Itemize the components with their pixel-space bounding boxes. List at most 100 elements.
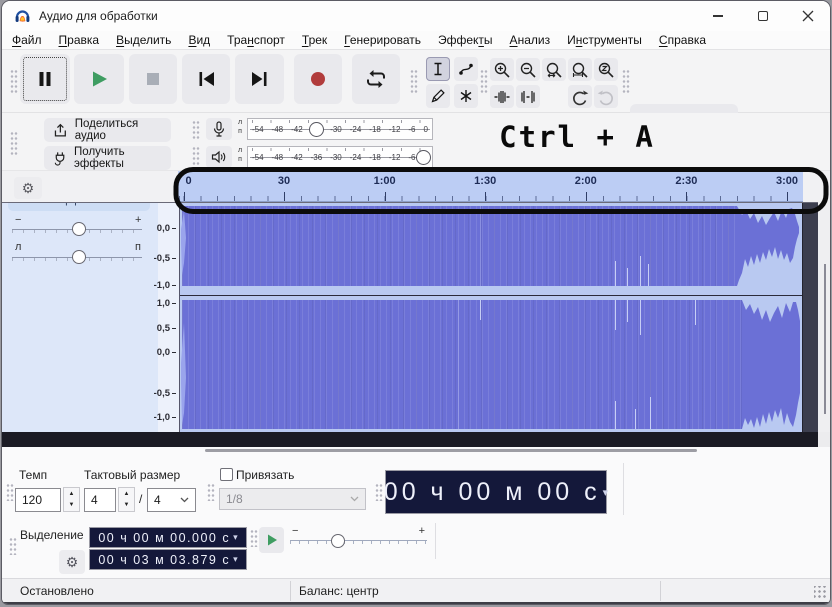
selection-end-display[interactable]: 00 ч 03 м 03.879 с ▾ — [89, 549, 247, 570]
audio-position-value: 00 ч 00 м 00 с — [383, 477, 601, 506]
snap-interval-select[interactable]: 1/8 — [219, 488, 366, 510]
transport-toolbar-grip-right[interactable] — [410, 69, 418, 95]
beats-spinner[interactable]: ▲ ▼ — [118, 487, 135, 512]
horizontal-scrollbar-thumb[interactable] — [205, 449, 697, 452]
track-control-panel[interactable]: Эффекты − + л п — [2, 203, 158, 433]
vertical-scrollbar-thumb[interactable] — [824, 264, 826, 414]
beat-unit-select[interactable]: 4 — [147, 488, 196, 512]
silence-audio-button[interactable] — [516, 85, 540, 108]
menu-item-8[interactable]: Анализ — [510, 33, 551, 47]
beats-per-measure-input[interactable]: 4 — [84, 488, 116, 512]
skip-to-end-button[interactable] — [235, 54, 284, 104]
amplitude-label: -0,5 — [154, 253, 176, 264]
selection-tool-button[interactable] — [426, 57, 450, 81]
tempo-input[interactable]: 120 — [15, 488, 61, 512]
amplitude-label: -1,0 — [154, 412, 176, 423]
tools-toolbar-grip[interactable] — [480, 69, 488, 95]
trim-audio-button[interactable] — [490, 85, 514, 108]
zoom-selection-button[interactable] — [542, 58, 566, 81]
fit-project-button[interactable] — [568, 58, 592, 81]
selection-start-display[interactable]: 00 ч 00 м 00.000 с ▾ — [89, 527, 247, 548]
record-right-label: п — [238, 128, 242, 135]
record-meter[interactable]: -54-48-42-36-30-24-18-12-60 — [247, 118, 433, 140]
zoom-in-button[interactable] — [490, 58, 514, 81]
amplitude-label: -0,5 — [154, 388, 176, 399]
envelope-tool-button[interactable] — [454, 57, 478, 81]
zoom-out-button[interactable] — [516, 58, 540, 81]
snap-checkbox[interactable] — [220, 468, 233, 481]
gain-slider-thumb[interactable] — [72, 222, 86, 236]
menu-item-1[interactable]: Правка — [59, 33, 100, 47]
tempo-spinner[interactable]: ▲ ▼ — [63, 487, 80, 512]
selection-toolbar-grip[interactable] — [9, 537, 17, 555]
vertical-scrollbar[interactable] — [818, 202, 830, 432]
loop-button[interactable] — [352, 54, 400, 104]
time-toolbar-grip[interactable] — [375, 483, 383, 501]
stop-button[interactable] — [129, 54, 177, 104]
menu-item-0[interactable]: Файл — [12, 33, 42, 47]
record-meter-mic-button[interactable] — [206, 118, 232, 140]
waveform-region[interactable] — [180, 203, 802, 433]
playback-volume-knob[interactable] — [416, 150, 431, 165]
pan-slider-thumb[interactable] — [72, 250, 86, 264]
window-title: Аудио для обработки — [39, 9, 158, 23]
playback-speed-slider[interactable]: − + — [290, 525, 427, 553]
menu-item-6[interactable]: Генерировать — [344, 33, 421, 47]
transport-toolbar-grip[interactable] — [10, 69, 18, 95]
amplitude-label: -1,0 — [154, 280, 176, 291]
menu-item-5[interactable]: Трек — [302, 33, 327, 47]
fit-project-icon — [572, 62, 588, 78]
play-at-speed-grip[interactable] — [250, 529, 258, 547]
undo-button[interactable] — [568, 85, 592, 108]
record-meter-grip[interactable] — [192, 120, 200, 140]
get-effects-button[interactable]: Получить эффекты — [44, 146, 171, 170]
record-volume-knob[interactable] — [309, 122, 324, 137]
menu-item-9[interactable]: Инструменты — [567, 33, 642, 47]
menu-item-3[interactable]: Вид — [188, 33, 210, 47]
menu-item-7[interactable]: Эффекты — [438, 33, 493, 47]
waveform-streak — [640, 300, 641, 335]
pause-icon — [39, 72, 51, 86]
close-button[interactable] — [785, 1, 830, 31]
resize-grip[interactable] — [814, 586, 827, 599]
menu-item-10[interactable]: Справка — [659, 33, 706, 47]
selection-options-button[interactable]: ⚙ — [59, 550, 85, 574]
menu-item-2[interactable]: Выделить — [116, 33, 171, 47]
playback-meter-grip[interactable] — [192, 146, 200, 166]
redo-button[interactable] — [594, 85, 618, 108]
speed-slider-thumb[interactable] — [331, 534, 345, 548]
waveform-streak — [635, 409, 636, 429]
audio-position-display[interactable]: 00 ч 00 м 00 с ▾ — [383, 470, 608, 514]
record-button[interactable] — [294, 54, 342, 104]
tempo-down-icon[interactable]: ▼ — [64, 500, 79, 512]
share-toolbar-grip[interactable] — [10, 131, 18, 157]
amplitude-label: 1,0 — [157, 298, 176, 309]
draw-tool-button[interactable] — [426, 84, 450, 108]
menu-item-4[interactable]: Транспорт — [227, 33, 285, 47]
time-ruler[interactable]: 0 30 1:00 1:30 2:00 2:30 3:00 — [178, 171, 803, 202]
share-audio-button[interactable]: Поделиться аудио — [44, 118, 171, 142]
beats-up-icon[interactable]: ▲ — [119, 488, 134, 500]
skip-to-start-button[interactable] — [182, 54, 230, 104]
snapping-toolbar-grip[interactable] — [207, 483, 215, 501]
multi-tool-button[interactable] — [454, 84, 478, 108]
ruler-label-2:30: 2:30 — [675, 175, 698, 187]
playback-meter-speaker-button[interactable] — [206, 146, 232, 168]
play-button[interactable] — [74, 54, 124, 104]
edit-toolbar-grip[interactable] — [622, 69, 630, 95]
beats-down-icon[interactable]: ▼ — [119, 500, 134, 512]
zoom-toggle-button[interactable] — [594, 58, 618, 81]
pan-right-label: п — [135, 241, 141, 253]
minimize-button[interactable] — [695, 1, 740, 31]
meter-scale-value: -12 — [388, 152, 401, 162]
playback-meter[interactable]: -54-48-42-36-30-24-18-12-60 — [247, 146, 433, 168]
time-signature-toolbar-grip[interactable] — [6, 483, 14, 501]
play-at-speed-button[interactable] — [259, 527, 284, 553]
maximize-button[interactable] — [740, 1, 785, 31]
tempo-up-icon[interactable]: ▲ — [64, 488, 79, 500]
pause-button[interactable] — [20, 54, 70, 104]
timeline-options-button[interactable]: ⚙ — [14, 177, 42, 199]
track-effects-button[interactable]: Эффекты — [8, 203, 150, 211]
vertical-scale-ruler[interactable]: 0,0 -0,5 -1,0 1,0 0,5 0,0 -0,5 -1,0 — [154, 203, 180, 433]
selection-end-value: 00 ч 03 м 03.879 с — [98, 552, 231, 567]
